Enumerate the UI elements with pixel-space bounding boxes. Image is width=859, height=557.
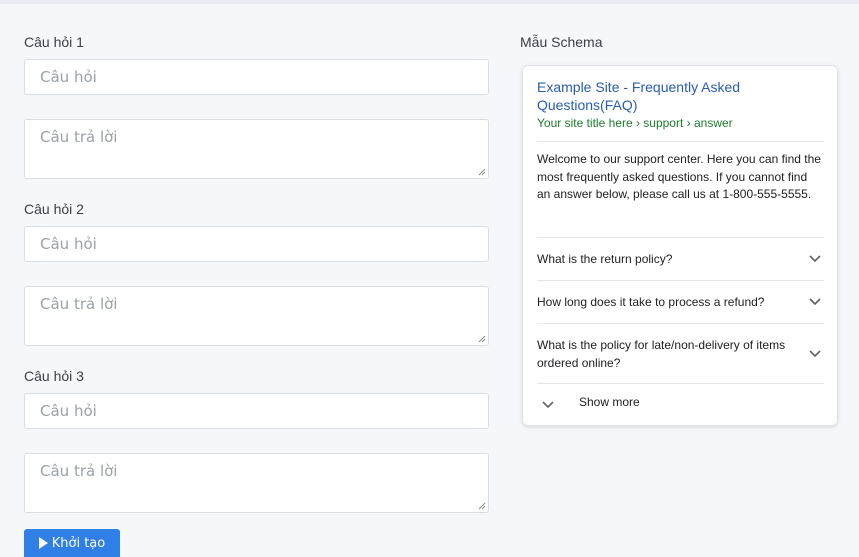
faq-question-3: What is the policy for late/non-delivery… — [537, 338, 786, 370]
preview-intro-text: Welcome to our support center. Here you … — [537, 152, 821, 201]
resize-handle-icon[interactable] — [478, 168, 486, 176]
faq-question-1: What is the return policy? — [537, 252, 673, 266]
answer-placeholder-2: Câu trả lời — [40, 295, 118, 313]
question-input-1[interactable]: Câu hỏi — [24, 59, 489, 95]
resize-handle-icon[interactable] — [478, 335, 486, 343]
question-input-3[interactable]: Câu hỏi — [24, 393, 489, 429]
schema-preview-card: Example Site - Frequently Asked Question… — [522, 65, 838, 426]
top-border — [0, 0, 859, 4]
schema-preview-heading: Mẫu Schema — [520, 34, 603, 50]
show-more-label: Show more — [579, 395, 640, 409]
resize-handle-icon[interactable] — [478, 502, 486, 510]
generate-button-label: Khởi tạo — [51, 535, 106, 551]
question-group-1: Câu hỏi 1 Câu hỏi Câu trả lời — [24, 32, 489, 179]
chevron-down-icon — [809, 350, 821, 358]
answer-textarea-2[interactable]: Câu trả lời — [24, 286, 489, 346]
answer-textarea-3[interactable]: Câu trả lời — [24, 453, 489, 513]
question-input-2[interactable]: Câu hỏi — [24, 226, 489, 262]
show-more-button[interactable]: Show more — [537, 388, 824, 418]
answer-placeholder-1: Câu trả lời — [40, 128, 118, 146]
faq-question-2: How long does it take to process a refun… — [537, 295, 765, 309]
faq-item-1[interactable]: What is the return policy? — [537, 238, 824, 280]
question-label-1: Câu hỏi 1 — [24, 34, 84, 50]
play-icon — [38, 537, 48, 549]
generate-button[interactable]: Khởi tạo — [24, 529, 120, 557]
faq-item-2[interactable]: How long does it take to process a refun… — [537, 281, 824, 323]
chevron-down-icon — [809, 255, 821, 263]
divider — [537, 141, 824, 142]
chevron-down-icon — [542, 401, 554, 409]
answer-placeholder-3: Câu trả lời — [40, 462, 118, 480]
divider — [537, 383, 824, 384]
faq-item-3[interactable]: What is the policy for late/non-delivery… — [537, 324, 824, 383]
question-group-3: Câu hỏi 3 Câu hỏi Câu trả lời — [24, 366, 489, 513]
question-label-2: Câu hỏi 2 — [24, 201, 84, 217]
chevron-down-icon — [809, 298, 821, 306]
answer-textarea-1[interactable]: Câu trả lời — [24, 119, 489, 179]
preview-site-url: Your site title here › support › answer — [537, 116, 733, 130]
question-group-2: Câu hỏi 2 Câu hỏi Câu trả lời — [24, 199, 489, 346]
preview-site-title[interactable]: Example Site - Frequently Asked Question… — [537, 78, 817, 114]
question-label-3: Câu hỏi 3 — [24, 368, 84, 384]
